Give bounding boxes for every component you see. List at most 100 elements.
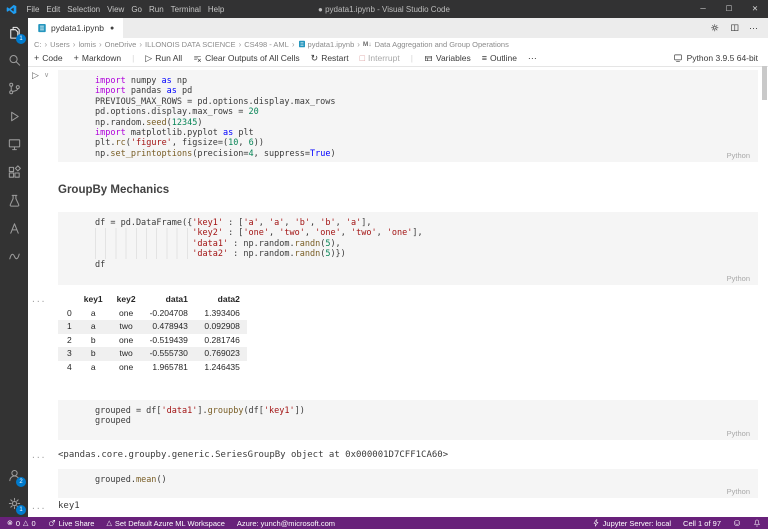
markdown-heading[interactable]: GroupBy Mechanics (58, 184, 169, 196)
code-editor[interactable]: grouped.mean() (58, 469, 758, 485)
run-cell-icon[interactable]: ▷ (32, 70, 39, 81)
chevron-right-icon: › (73, 40, 76, 49)
clear-outputs-icon (193, 54, 202, 63)
code-cell-dataframe[interactable]: df = pd.DataFrame({'key1' : ['a', 'a', '… (58, 212, 758, 285)
interrupt-icon: □ (360, 54, 365, 63)
tab-pydata1-ipynb[interactable]: pydata1.ipynb ● (28, 18, 123, 38)
table-row: 1 a two 0.478943 0.092908 (58, 320, 247, 334)
breadcrumb-item[interactable]: CS498 - AML (244, 40, 289, 49)
chevron-right-icon: › (239, 40, 242, 49)
outline-label: Outline (490, 53, 517, 63)
cell-language-label[interactable]: Python (727, 151, 750, 160)
cell-value: 1.965781 (143, 361, 195, 375)
breadcrumb-item[interactable]: OneDrive (105, 40, 137, 49)
menu-edit[interactable]: Edit (43, 5, 64, 14)
settings-badge: 1 (16, 505, 26, 515)
cell-value: 0.478943 (143, 320, 195, 334)
cell-language-label[interactable]: Python (727, 487, 750, 496)
restart-icon: ↻ (311, 54, 319, 63)
azure-icon[interactable] (0, 214, 28, 242)
menu-view[interactable]: View (104, 5, 128, 14)
breadcrumb-file[interactable]: pydata1.ipynb (298, 40, 355, 49)
menu-help[interactable]: Help (204, 5, 227, 14)
code-cell-imports[interactable]: import numpy as npimport pandas as pdPRE… (58, 70, 758, 162)
toolbar-separator: | (411, 53, 413, 63)
chevron-right-icon: › (292, 40, 295, 49)
notebook-file-icon (37, 23, 47, 33)
collapse-cell-icon[interactable]: ∨ (44, 71, 49, 79)
split-editor-icon[interactable] (730, 23, 740, 33)
table-row: 0 a one -0.204708 1.393406 (58, 307, 247, 321)
account-badge: 2 (16, 477, 26, 487)
title-bar: File Edit Selection View Go Run Terminal… (0, 0, 768, 18)
variables-button[interactable]: Variables (424, 53, 471, 63)
menu-selection[interactable]: Selection (64, 5, 104, 14)
add-code-button[interactable]: + Code (34, 53, 63, 63)
chevron-right-icon: › (99, 40, 102, 49)
toolbar-separator: | (132, 53, 134, 63)
cell-value: two (110, 320, 143, 334)
search-icon[interactable] (0, 46, 28, 74)
add-markdown-button[interactable]: + Markdown (74, 53, 121, 63)
code-cell-mean[interactable]: grouped.mean() Python (58, 469, 758, 498)
clear-outputs-button[interactable]: Clear Outputs of All Cells (193, 53, 299, 63)
menu-terminal[interactable]: Terminal (167, 5, 204, 14)
restart-button[interactable]: ↻ Restart (311, 53, 349, 63)
account-icon[interactable]: 2 (0, 461, 28, 489)
col-header: data2 (195, 293, 247, 307)
cell-language-label[interactable]: Python (727, 274, 750, 283)
azure-account-status[interactable]: Azure: yunch@microsoft.com (237, 519, 335, 528)
jupyter-server-status[interactable]: Jupyter Server: local (592, 519, 671, 528)
breadcrumb-item[interactable]: Users (50, 40, 70, 49)
kernel-picker[interactable]: Python 3.9.5 64-bit (673, 53, 768, 63)
output-collapse-marker[interactable]: ... (31, 502, 45, 511)
feedback-button[interactable] (733, 519, 741, 527)
notifications-button[interactable] (753, 519, 761, 527)
maximize-button[interactable]: ☐ (716, 0, 742, 18)
tab-bar: pydata1.ipynb ● ⋯ (28, 18, 768, 38)
live-share-button[interactable]: Live Share (48, 519, 95, 528)
breadcrumb-item[interactable]: ILLONOIS DATA SCIENCE (145, 40, 236, 49)
cell-value: -0.519439 (143, 334, 195, 348)
menu-run[interactable]: Run (145, 5, 167, 14)
repr-output: <pandas.core.groupby.generic.SeriesGroup… (58, 450, 448, 460)
outline-button[interactable]: ≡ Outline (482, 53, 517, 63)
extensions-icon[interactable] (0, 158, 28, 186)
explorer-icon[interactable]: 1 (0, 18, 28, 46)
cell-language-label[interactable]: Python (727, 429, 750, 438)
code-cell-groupby[interactable]: grouped = df['data1'].groupby(df['key1']… (58, 400, 758, 440)
output-collapse-marker[interactable]: ... (31, 451, 45, 460)
source-control-icon[interactable] (0, 74, 28, 102)
toolbar-more-icon[interactable]: ⋯ (528, 53, 538, 64)
dirty-indicator[interactable]: ● (110, 25, 114, 32)
more-actions-icon[interactable]: ⋯ (749, 23, 759, 34)
azure-ml-icon[interactable] (0, 242, 28, 270)
cell-value: 3 (58, 347, 77, 361)
minimize-button[interactable]: ─ (690, 0, 716, 18)
gear-icon[interactable] (710, 23, 720, 33)
status-bar: ⊗ 0 △ 0 Live Share △ Set Default Azure M… (0, 517, 768, 529)
problems-indicator[interactable]: ⊗ 0 △ 0 (7, 519, 36, 528)
code-editor[interactable]: grouped = df['data1'].groupby(df['key1']… (58, 400, 758, 427)
indent-guides (95, 228, 188, 259)
tab-label: pydata1.ipynb (51, 23, 104, 33)
cell-value: 0.092908 (195, 320, 247, 334)
azure-ml-workspace-button[interactable]: △ Set Default Azure ML Workspace (106, 519, 224, 528)
run-debug-icon[interactable] (0, 102, 28, 130)
scrollbar-thumb[interactable] (762, 66, 767, 100)
code-editor[interactable]: import numpy as npimport pandas as pdPRE… (58, 70, 758, 159)
breadcrumb-item[interactable]: C: (34, 40, 42, 49)
output-collapse-marker[interactable]: ... (31, 295, 45, 304)
menu-go[interactable]: Go (128, 5, 146, 14)
settings-gear-icon[interactable]: 1 (0, 489, 28, 517)
breadcrumb-section[interactable]: Data Aggregation and Group Operations (375, 40, 509, 49)
remote-explorer-icon[interactable] (0, 130, 28, 158)
menu-file[interactable]: File (23, 5, 43, 14)
test-beaker-icon[interactable] (0, 186, 28, 214)
breadcrumb-item[interactable]: lomis (78, 40, 96, 49)
cell-value: a (77, 307, 110, 321)
run-all-button[interactable]: ▷ Run All (145, 53, 182, 63)
error-icon: ⊗ (7, 519, 13, 527)
cell-indicator[interactable]: Cell 1 of 97 (683, 519, 721, 528)
close-button[interactable]: ✕ (742, 0, 768, 18)
